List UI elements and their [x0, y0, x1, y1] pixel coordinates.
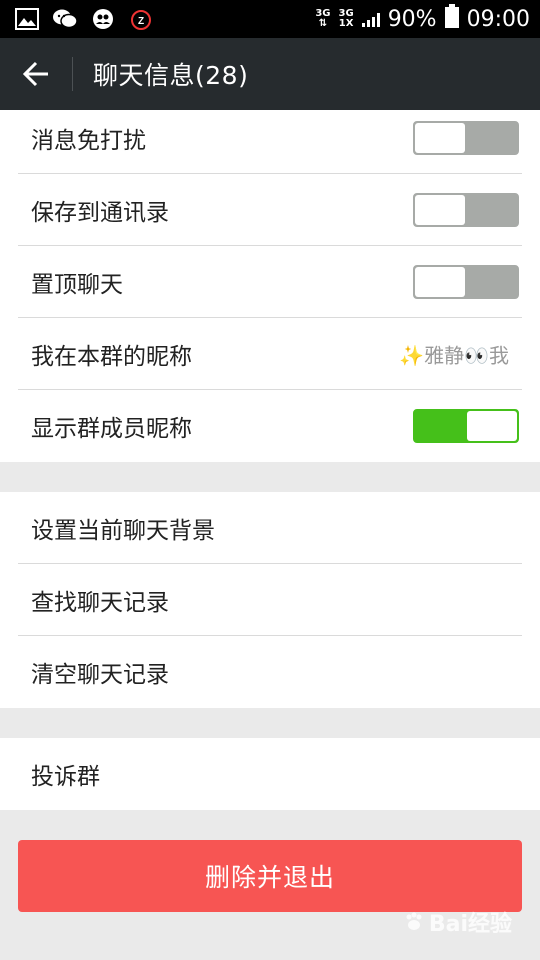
contacts-icon [90, 7, 116, 31]
setting-row-search-history[interactable]: 查找聊天记录 [0, 564, 540, 636]
mute-toggle[interactable] [413, 121, 519, 155]
network-indicator-1: 3G ⇅ [315, 8, 331, 29]
setting-row-group-nickname[interactable]: 我在本群的昵称 ✨雅静👀我 [0, 318, 540, 390]
clock: 09:00 [466, 6, 530, 32]
wechat-icon [52, 7, 78, 31]
battery-percent: 90% [387, 6, 437, 32]
setting-row-mute[interactable]: 消息免打扰 [0, 110, 540, 174]
back-button[interactable] [0, 38, 72, 110]
setting-label: 投诉群 [31, 764, 100, 790]
network-indicator-2: 3G 1X [338, 8, 354, 29]
paw-icon [406, 912, 422, 930]
setting-label: 消息免打扰 [31, 128, 146, 154]
page-title: 聊天信息(28) [93, 61, 249, 90]
setting-label: 保存到通讯录 [31, 200, 169, 226]
status-right: 3G ⇅ 3G 1X 90% 09:00 [315, 4, 530, 34]
setting-label: 查找聊天记录 [31, 590, 169, 616]
watermark-text: Bai经验 [428, 912, 512, 937]
setting-label: 置顶聊天 [31, 272, 123, 298]
show-nicknames-toggle[interactable] [413, 409, 519, 443]
signal-strength-icon [361, 11, 380, 27]
setting-label: 设置当前聊天背景 [31, 518, 215, 544]
setting-row-pin-chat[interactable]: 置顶聊天 [0, 246, 540, 318]
pin-chat-toggle[interactable] [413, 265, 519, 299]
delete-and-exit-button[interactable]: 删除并退出 [18, 840, 522, 912]
setting-row-chat-background[interactable]: 设置当前聊天背景 [0, 492, 540, 564]
alarm-icon: Z [128, 7, 154, 31]
title-bar: 聊天信息(28) [0, 38, 540, 110]
setting-row-save-contacts[interactable]: 保存到通讯录 [0, 174, 540, 246]
setting-label: 我在本群的昵称 [31, 344, 192, 370]
setting-row-report-group[interactable]: 投诉群 [0, 738, 540, 810]
settings-group-3: 投诉群 [0, 738, 540, 810]
settings-group-2: 设置当前聊天背景 查找聊天记录 清空聊天记录 [0, 492, 540, 708]
back-arrow-icon [22, 61, 48, 87]
setting-label: 清空聊天记录 [31, 662, 169, 688]
setting-row-clear-history[interactable]: 清空聊天记录 [0, 636, 540, 708]
battery-icon [444, 4, 459, 34]
group-nickname-value: ✨雅静👀我 [399, 343, 509, 368]
save-contacts-toggle[interactable] [413, 193, 519, 227]
gallery-icon [14, 7, 40, 31]
svg-text:Z: Z [138, 16, 144, 27]
notification-icons: Z [14, 7, 154, 31]
setting-label: 显示群成员昵称 [31, 416, 192, 442]
settings-group-1: 消息免打扰 保存到通讯录 置顶聊天 我在本群的昵称 ✨雅静👀我 显示群成员昵称 [0, 110, 540, 462]
status-bar: Z 3G ⇅ 3G 1X 90% 09:00 [0, 0, 540, 38]
watermark: Bai经验 [403, 906, 512, 938]
setting-row-show-nicknames[interactable]: 显示群成员昵称 [0, 390, 540, 462]
